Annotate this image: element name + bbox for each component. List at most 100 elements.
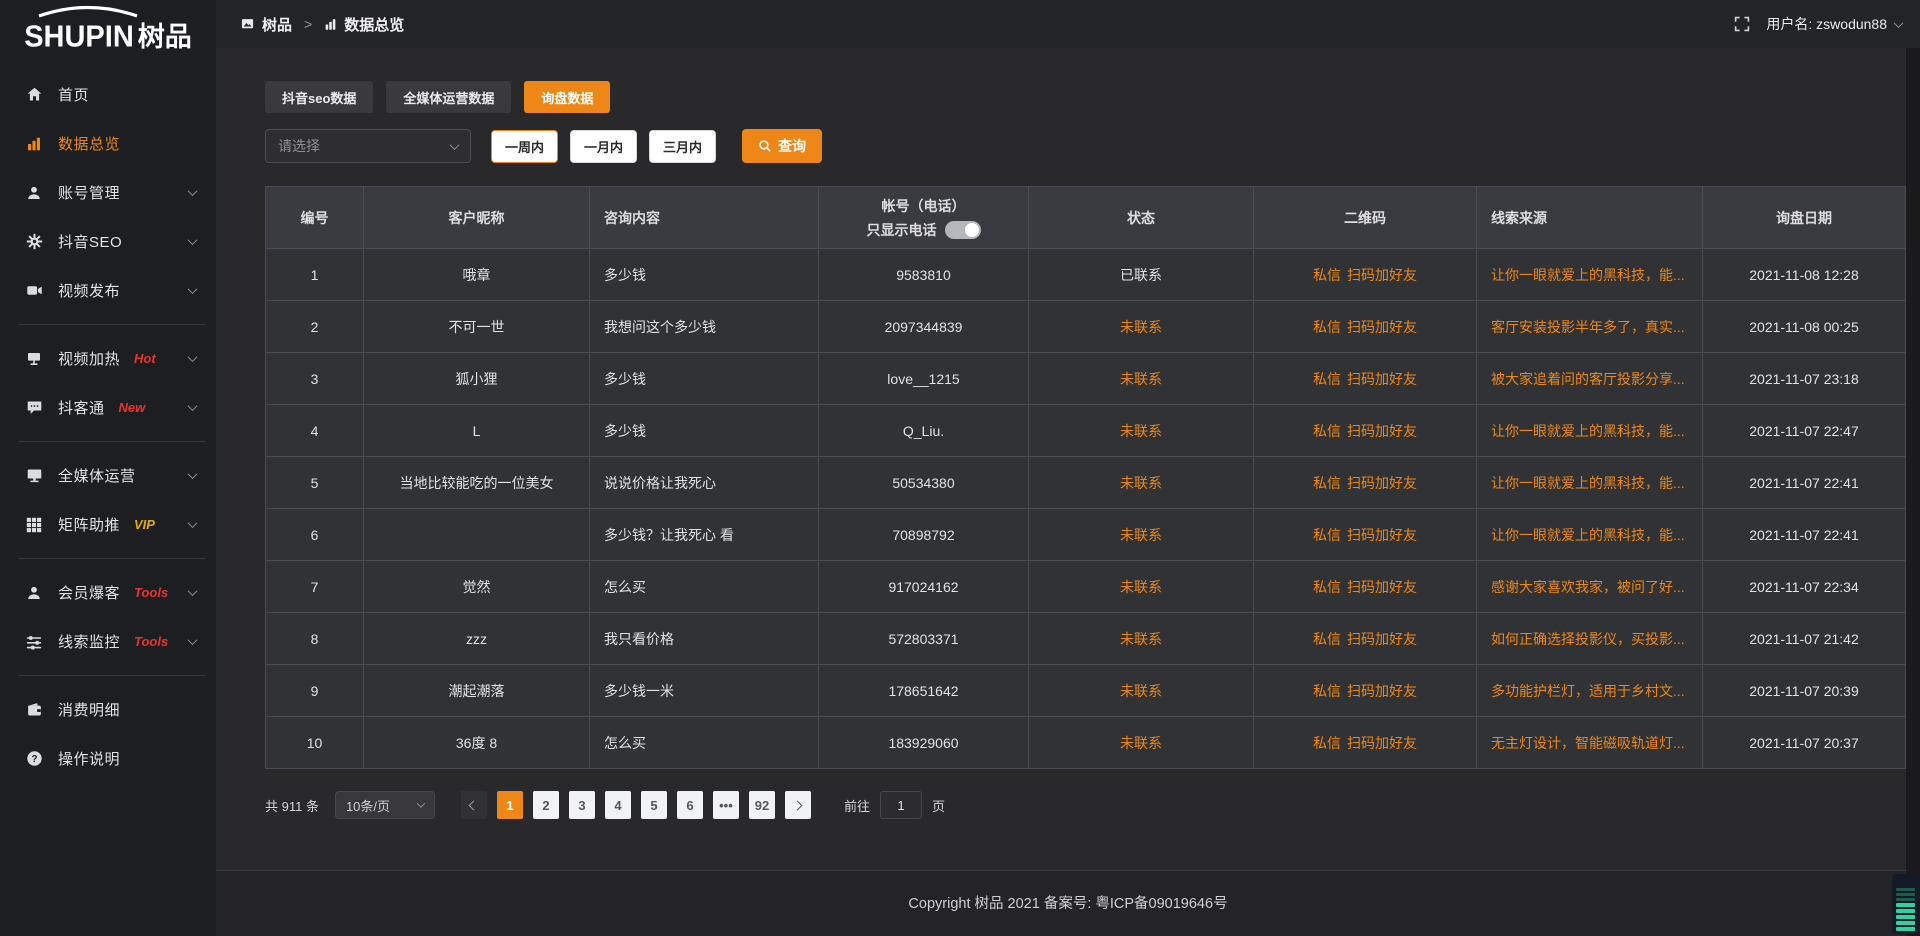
cell-date: 2021-11-08 12:28 <box>1703 249 1906 301</box>
sidebar-item-douyin-seo[interactable]: 抖音SEO <box>0 217 216 266</box>
page-size-select[interactable]: 10条/页 <box>335 791 435 819</box>
qr-message-link[interactable]: 私信 <box>1313 265 1341 285</box>
col-source: 线索来源 <box>1477 187 1703 249</box>
page-button-4[interactable]: 4 <box>605 791 631 819</box>
source-link[interactable]: 感谢大家喜欢我家，被问了好... <box>1491 579 1685 595</box>
cell-inquiry: 说说价格让我死心 <box>590 457 819 509</box>
source-link[interactable]: 无主灯设计，智能磁吸轨道灯... <box>1491 735 1685 751</box>
chevron-down-icon <box>188 635 198 645</box>
qr-message-link[interactable]: 私信 <box>1313 577 1341 597</box>
sidebar-item-member-leads[interactable]: 会员爆客 Tools <box>0 568 216 617</box>
page-button-92[interactable]: 92 <box>749 791 775 819</box>
col-account-label: 帐号（电话） <box>819 196 1028 216</box>
query-button[interactable]: 查询 <box>742 129 822 163</box>
qr-add-friend-link[interactable]: 扫码加好友 <box>1347 473 1417 493</box>
page-ellipsis-button[interactable]: ••• <box>713 791 739 819</box>
qr-message-link[interactable]: 私信 <box>1313 317 1341 337</box>
source-link[interactable]: 被大家追着问的客厅投影分享... <box>1491 371 1685 387</box>
user-menu[interactable]: 用户名: zswodun88 <box>1766 14 1902 34</box>
qr-message-link[interactable]: 私信 <box>1313 525 1341 545</box>
sidebar-item-leads-monitor[interactable]: 线索监控 Tools <box>0 617 216 666</box>
page-button-6[interactable]: 6 <box>677 791 703 819</box>
next-page-button[interactable] <box>785 791 811 819</box>
cell-date: 2021-11-07 22:47 <box>1703 405 1906 457</box>
breadcrumb-home[interactable]: 树品 <box>262 14 292 35</box>
corner-widget[interactable] <box>1892 874 1919 934</box>
qr-message-link[interactable]: 私信 <box>1313 421 1341 441</box>
goto-page-input[interactable] <box>880 791 922 819</box>
cell-source: 多功能护栏灯，适用于乡村文... <box>1477 665 1703 717</box>
scrollbar-track <box>1906 48 1920 936</box>
tab-inquiry-data[interactable]: 询盘数据 <box>524 81 610 113</box>
search-icon <box>758 139 772 153</box>
table-header-row: 编号 客户昵称 咨询内容 帐号（电话） 只显示电话 状态 二维码 线索来源 询盘… <box>266 187 1906 249</box>
cell-account: Q_Liu. <box>819 405 1029 457</box>
qr-add-friend-link[interactable]: 扫码加好友 <box>1347 681 1417 701</box>
page-size-value: 10条/页 <box>346 796 390 815</box>
filter-select[interactable]: 请选择 <box>265 129 471 163</box>
cell-qrcode: 私信扫码加好友 <box>1254 561 1477 613</box>
person-icon <box>24 584 44 602</box>
screen-icon <box>240 17 255 31</box>
prev-page-button[interactable] <box>461 791 487 819</box>
sidebar-item-doukeTong[interactable]: 抖客通 New <box>0 383 216 432</box>
sidebar-item-account-mgmt[interactable]: 账号管理 <box>0 168 216 217</box>
qr-add-friend-link[interactable]: 扫码加好友 <box>1347 369 1417 389</box>
logo-text-cn: 树品 <box>138 15 192 54</box>
tab-douyin-seo-data[interactable]: 抖音seo数据 <box>265 81 373 113</box>
source-link[interactable]: 让你一眼就爱上的黑科技，能... <box>1491 475 1685 491</box>
source-link[interactable]: 让你一眼就爱上的黑科技，能... <box>1491 267 1685 283</box>
qr-add-friend-link[interactable]: 扫码加好友 <box>1347 733 1417 753</box>
cell-account: 2097344839 <box>819 301 1029 353</box>
sidebar-item-media-operation[interactable]: 全媒体运营 <box>0 451 216 500</box>
cell-qrcode: 私信扫码加好友 <box>1254 405 1477 457</box>
cell-status: 未联系 <box>1029 561 1254 613</box>
sidebar-item-video-publish[interactable]: 视频发布 <box>0 266 216 315</box>
source-link[interactable]: 客厅安装投影半年多了，真实... <box>1491 319 1685 335</box>
sidebar-item-data-overview[interactable]: 数据总览 <box>0 119 216 168</box>
page-button-5[interactable]: 5 <box>641 791 667 819</box>
cell-inquiry: 多少钱 <box>590 405 819 457</box>
sidebar-item-video-heat[interactable]: 视频加热 Hot <box>0 334 216 383</box>
source-link[interactable]: 多功能护栏灯，适用于乡村文... <box>1491 683 1685 699</box>
sidebar-item-help[interactable]: ? 操作说明 <box>0 734 216 783</box>
sidebar-item-home[interactable]: 首页 <box>0 70 216 119</box>
chevron-right-icon <box>793 800 803 810</box>
bar-chart-icon <box>24 135 44 153</box>
page-button-2[interactable]: 2 <box>533 791 559 819</box>
period-week-button[interactable]: 一周内 <box>491 130 558 163</box>
period-month-button[interactable]: 一月内 <box>570 130 637 163</box>
cell-qrcode: 私信扫码加好友 <box>1254 717 1477 769</box>
cell-nickname: 觉然 <box>364 561 590 613</box>
qr-add-friend-link[interactable]: 扫码加好友 <box>1347 525 1417 545</box>
sidebar-item-matrix-boost[interactable]: 矩阵助推 VIP <box>0 500 216 549</box>
page-button-3[interactable]: 3 <box>569 791 595 819</box>
page-button-1[interactable]: 1 <box>497 791 523 819</box>
qr-add-friend-link[interactable]: 扫码加好友 <box>1347 317 1417 337</box>
qr-add-friend-link[interactable]: 扫码加好友 <box>1347 577 1417 597</box>
qr-add-friend-link[interactable]: 扫码加好友 <box>1347 265 1417 285</box>
qr-message-link[interactable]: 私信 <box>1313 681 1341 701</box>
fullscreen-icon[interactable] <box>1734 16 1750 32</box>
cell-inquiry: 多少钱 <box>590 249 819 301</box>
cell-account: 178651642 <box>819 665 1029 717</box>
qr-message-link[interactable]: 私信 <box>1313 629 1341 649</box>
sidebar-item-expense-detail[interactable]: 消费明细 <box>0 685 216 734</box>
tab-media-operation-data[interactable]: 全媒体运营数据 <box>386 81 511 113</box>
table-row: 6 多少钱？让我死心 看 70898792 未联系 私信扫码加好友 让你一眼就爱… <box>266 509 1906 561</box>
qr-message-link[interactable]: 私信 <box>1313 733 1341 753</box>
topbar: 树品 > 数据总览 用户名: zswodun88 <box>216 0 1920 48</box>
qr-message-link[interactable]: 私信 <box>1313 369 1341 389</box>
brand-logo: SHUPIN 树品 <box>0 0 216 60</box>
period-quarter-button[interactable]: 三月内 <box>649 130 716 163</box>
source-link[interactable]: 让你一眼就爱上的黑科技，能... <box>1491 527 1685 543</box>
table-row: 8 zzz 我只看价格 572803371 未联系 私信扫码加好友 如何正确选择… <box>266 613 1906 665</box>
phone-only-toggle[interactable] <box>945 221 981 239</box>
source-link[interactable]: 如何正确选择投影仪，买投影... <box>1491 631 1685 647</box>
qr-message-link[interactable]: 私信 <box>1313 473 1341 493</box>
qr-add-friend-link[interactable]: 扫码加好友 <box>1347 421 1417 441</box>
sidebar-item-label: 数据总览 <box>58 133 120 154</box>
cell-inquiry: 多少钱？让我死心 看 <box>590 509 819 561</box>
source-link[interactable]: 让你一眼就爱上的黑科技，能... <box>1491 423 1685 439</box>
qr-add-friend-link[interactable]: 扫码加好友 <box>1347 629 1417 649</box>
